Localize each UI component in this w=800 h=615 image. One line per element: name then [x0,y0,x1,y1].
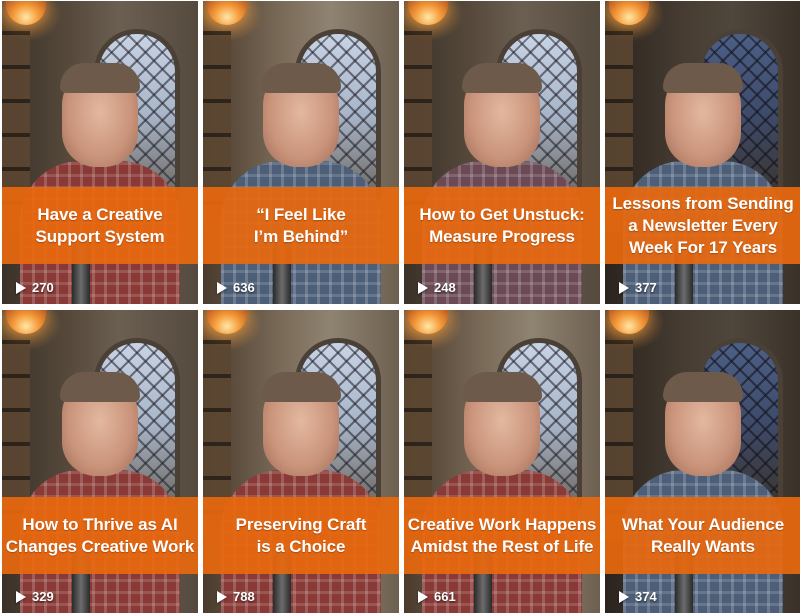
person-hair [663,372,743,402]
video-title: Creative Work Happens Amidst the Rest of… [407,514,597,556]
caption-bar: “I Feel Like I’m Behind” [203,187,399,264]
play-icon [418,590,428,603]
play-icon [418,281,428,294]
view-count-value: 248 [434,280,456,295]
play-icon [16,281,26,294]
caption-bar: How to Thrive as AI Changes Creative Wor… [2,497,198,574]
person-hair [261,372,341,402]
video-title: How to Get Unstuck: Measure Progress [419,204,585,246]
view-count: 661 [418,589,456,604]
play-icon [16,590,26,603]
video-title: “I Feel Like I’m Behind” [253,204,349,246]
video-tile[interactable]: How to Get Unstuck: Measure Progress 248 [404,1,600,304]
play-icon [217,281,227,294]
view-count: 270 [16,280,54,295]
video-tile[interactable]: Lessons from Sending a Newsletter Every … [605,1,800,304]
video-tile[interactable]: Preserving Craft is a Choice 788 [203,310,399,613]
person-hair [462,372,542,402]
video-title: Lessons from Sending a Newsletter Every … [612,193,794,257]
view-count: 374 [619,589,657,604]
video-title: Have a Creative Support System [35,204,165,246]
caption-bar: Creative Work Happens Amidst the Rest of… [404,497,600,574]
play-icon [619,281,629,294]
caption-bar: Lessons from Sending a Newsletter Every … [605,187,800,264]
view-count-value: 329 [32,589,54,604]
view-count-value: 377 [635,280,657,295]
view-count: 377 [619,280,657,295]
caption-bar: Have a Creative Support System [2,187,198,264]
view-count-value: 270 [32,280,54,295]
person-hair [663,63,743,93]
video-title: What Your Audience Really Wants [621,514,785,556]
person-hair [261,63,341,93]
view-count-value: 374 [635,589,657,604]
caption-bar: What Your Audience Really Wants [605,497,800,574]
view-count: 329 [16,589,54,604]
caption-bar: Preserving Craft is a Choice [203,497,399,574]
view-count: 788 [217,589,255,604]
play-icon [619,590,629,603]
view-count: 636 [217,280,255,295]
person-hair [60,63,140,93]
view-count-value: 636 [233,280,255,295]
view-count-value: 788 [233,589,255,604]
view-count: 248 [418,280,456,295]
video-tile[interactable]: How to Thrive as AI Changes Creative Wor… [2,310,198,613]
person-hair [462,63,542,93]
video-tile[interactable]: “I Feel Like I’m Behind” 636 [203,1,399,304]
video-title: How to Thrive as AI Changes Creative Wor… [5,514,195,556]
play-icon [217,590,227,603]
person-hair [60,372,140,402]
video-title: Preserving Craft is a Choice [235,514,367,556]
video-tile[interactable]: What Your Audience Really Wants 374 [605,310,800,613]
caption-bar: How to Get Unstuck: Measure Progress [404,187,600,264]
view-count-value: 661 [434,589,456,604]
video-grid: Have a Creative Support System 270 “I Fe… [0,0,800,615]
video-tile[interactable]: Have a Creative Support System 270 [2,1,198,304]
video-tile[interactable]: Creative Work Happens Amidst the Rest of… [404,310,600,613]
